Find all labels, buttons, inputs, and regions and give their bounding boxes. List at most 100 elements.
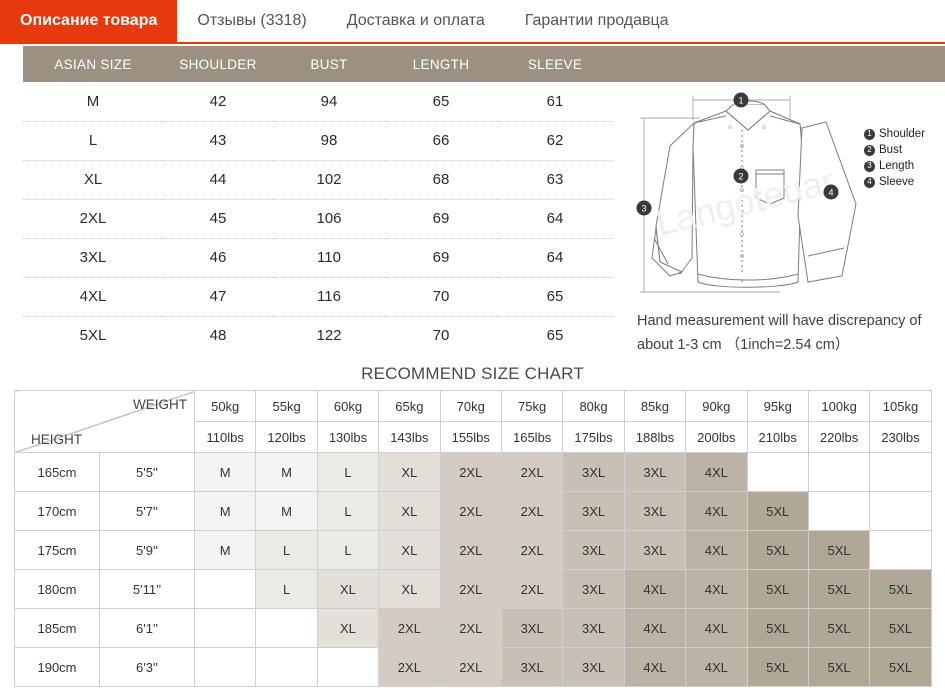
recommended-size-cell: L [255,569,318,609]
cell-size: L [23,121,163,161]
weight-axis-label: WEIGHT [133,397,187,412]
height-cm-cell: 170cm [14,491,100,531]
cell-length: 70 [385,277,497,317]
table-row: 175cm 5'9'' M L L XL 2XL 2XL 3XL 3XL 4XL 5XL 5XL [14,530,932,570]
cell-shoulder: 48 [209,327,227,345]
recommended-size-cell: 5XL [807,608,871,648]
cell-size: 4XL [23,277,163,317]
recommended-size-cell: 4XL [623,569,687,609]
table-row: 185cm 6'1'' XL 2XL 2XL 3XL 3XL 4XL 4XL 5XL 5XL 5XL [14,608,932,648]
asian-size-table: ASIAN SIZE SHOULDER BUST LENGTH SLEEVE M… [23,46,613,355]
height-ft-cell: 5'9'' [99,530,195,570]
cell-sleeve: 63 [497,160,613,200]
weight-kg-header: 85kg [623,390,687,422]
col-bust: BUST [273,46,385,82]
height-cm-cell: 175cm [14,530,100,570]
cell-shoulder: 43 [163,121,273,161]
weight-kg-header: 75kg [500,390,564,422]
col-asian-size: ASIAN SIZE [23,46,163,82]
recommended-size-cell: XL [378,452,441,492]
recommended-size-cell [869,491,932,531]
weight-lbs-header: 110lbs [193,421,257,453]
tab-seller-guarantees[interactable]: Гарантии продавца [505,0,689,42]
recommend-size-chart: WEIGHT HEIGHT 50kg 55kg 60kg 65kg 70kg 7… [14,390,932,687]
cell-length: 66 [385,121,497,161]
weight-kg-header: 95kg [746,390,809,422]
recommended-size-cell [255,608,318,648]
recommended-size-cell: 4XL [685,647,748,687]
recommended-size-cell: L [316,452,380,492]
height-cm-cell: 165cm [14,452,100,492]
cell-bust: 116 [273,277,385,317]
recommended-size-cell: 2XL [439,452,502,492]
recommended-size-cell [193,647,257,687]
recommended-size-cell: 3XL [623,491,687,531]
weight-lbs-header: 230lbs [869,421,932,453]
weight-kg-header: 55kg [255,390,318,422]
tab-description[interactable]: Описание товара [0,0,178,42]
recommended-size-cell: XL [378,569,441,609]
tab-shipping-payment[interactable]: Доставка и оплата [327,0,505,42]
recommended-size-cell [316,647,380,687]
col-shoulder: SHOULDER [163,46,273,82]
recommended-size-cell: 5XL [869,569,932,609]
recommended-size-cell [255,647,318,687]
recommended-size-cell: 2XL [439,530,502,570]
cell-shoulder: 44 [163,160,273,200]
table-row: 165cm 5'5'' M M L XL 2XL 2XL 3XL 3XL 4XL [14,452,932,492]
recommended-size-cell: 5XL [746,647,809,687]
measurement-legend: 1 Shoulder 2 Bust 3 Length 4 Sleeve [864,126,945,190]
recommended-size-cell [807,452,871,492]
cell-length: 69 [385,199,497,239]
weight-lbs-header: 120lbs [255,421,318,453]
legend-label-shoulder: Shoulder [879,128,926,140]
recommended-size-cell: 3XL [562,647,625,687]
recommended-size-cell: 2XL [439,491,502,531]
weight-lbs-header: 130lbs [316,421,380,453]
recommended-size-cell: 3XL [500,608,564,648]
recommended-size-cell: 4XL [685,608,748,648]
recommended-size-cell: 2XL [500,530,564,570]
weight-kg-header: 100kg [807,390,871,422]
legend-label-sleeve: Sleeve [879,176,915,188]
recommended-size-cell: 4XL [685,530,748,570]
recommended-size-cell: 4XL [685,569,748,609]
weight-kg-header: 105kg [869,390,932,422]
svg-text:4: 4 [828,188,833,198]
table-row: XL 44 102 68 63 [23,160,613,200]
svg-text:2: 2 [738,172,743,182]
note-line-1: Hand measurement will have discrepancy o… [637,313,922,329]
table-row: 180cm 5'11'' L XL XL 2XL 2XL 3XL 4XL 4XL 5XL 5XL 5XL [14,569,932,609]
cell-sleeve: 61 [497,82,613,122]
recommended-size-cell: 2XL [439,647,502,687]
size-table-body: M 42 94 65 61 L 43 98 66 62 XL 44 102 68… [23,82,613,355]
recommended-size-cell: 2XL [500,452,564,492]
recommended-size-cell [807,491,871,531]
recommended-size-cell [193,569,257,609]
recommended-size-cell: 4XL [685,452,748,492]
cell-shoulder: 47 [163,277,273,317]
weight-kg-header: 50kg [193,390,257,422]
cell-bust: 110 [273,238,385,278]
recommended-size-cell: M [193,452,257,492]
shirt-measurement-diagram: Langoteuar 1 2 3 4 [630,86,870,304]
recommended-size-cell: 4XL [623,647,687,687]
height-ft-cell: 5'7'' [99,491,195,531]
recommended-size-cell: 5XL [807,647,871,687]
cell-sleeve: 65 [546,327,564,345]
cell-shoulder: 46 [163,238,273,278]
diagram-callout-1: 1 [733,92,749,108]
recommended-size-cell: 3XL [623,452,687,492]
legend-label-bust: Bust [879,144,903,156]
table-row: 170cm 5'7'' M M L XL 2XL 2XL 3XL 3XL 4XL 5XL [14,491,932,531]
tab-reviews[interactable]: Отзывы (3318) [177,0,326,42]
weight-kg-header: 90kg [685,390,748,422]
recommended-size-cell: XL [378,491,441,531]
number-2-icon: 2 [864,144,875,156]
recommended-size-cell: 2XL [439,608,502,648]
recommended-size-cell: 5XL [746,608,809,648]
height-ft-cell: 5'11'' [99,569,195,609]
cell-bust: 122 [316,327,342,345]
weight-lbs-header: 188lbs [623,421,687,453]
weight-lbs-header: 143lbs [378,421,441,453]
